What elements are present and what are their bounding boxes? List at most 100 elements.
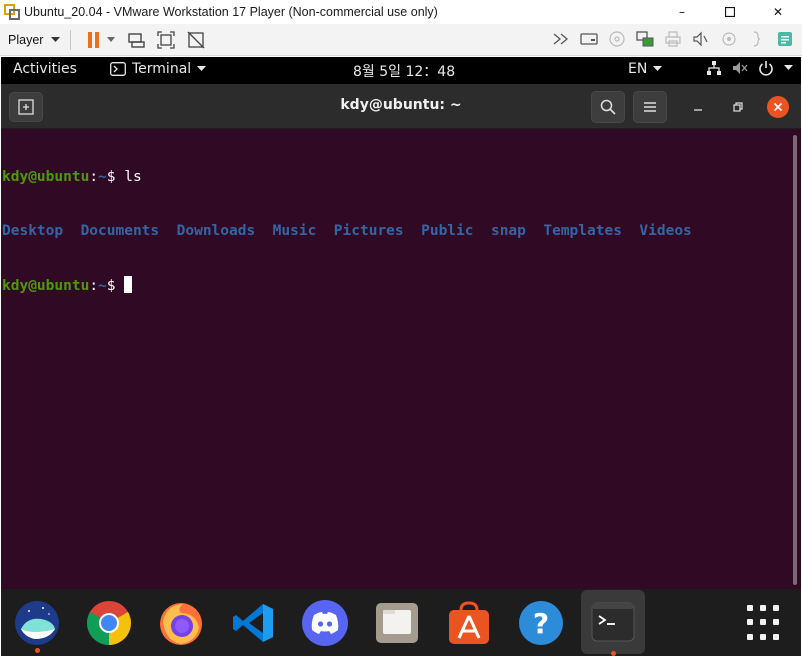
chevron-down-icon [784,65,793,70]
system-tray[interactable] [706,60,793,76]
dir-entry: Pictures [333,223,404,239]
dir-entry: Templates [543,223,622,239]
terminal-icon [591,602,635,642]
search-button[interactable] [591,91,625,123]
prompt-user: kdy@ubuntu [2,169,90,185]
dir-entry: Music [272,223,317,239]
ls-output-line: Desktop Documents Downloads Music Pictur… [2,222,801,240]
window-title-bar[interactable]: Ubuntu_20.04 - VMware Workstation 17 Pla… [0,0,802,24]
dock-chrome[interactable] [81,595,137,651]
dock-firefox[interactable] [153,595,209,651]
svg-text:?: ? [533,607,549,640]
restore-icon [733,102,743,112]
dir-entry: Downloads [176,223,256,239]
terminal-header-bar[interactable]: kdy@ubuntu: ~ [1,84,801,129]
prompt-separator: : [89,169,99,185]
grid-dot [773,633,779,640]
terminal-restore-button[interactable] [727,96,749,118]
close-icon [773,102,783,112]
terminal-small-icon [110,62,126,76]
dock-terminal[interactable] [581,590,645,656]
gnome-top-bar: Activities Terminal 8월 5일 12：48 EN [1,57,801,84]
grid-dot [773,619,779,626]
pause-icon[interactable] [83,29,105,51]
minimize-button[interactable]: – [658,0,706,24]
input-language[interactable]: EN [628,61,663,77]
fit-guest-icon[interactable] [155,29,177,51]
network-icon[interactable] [634,28,656,50]
send-ctrl-alt-del-icon[interactable] [125,29,147,51]
terminal-close-button[interactable] [767,96,789,118]
chevron-down-icon [197,66,207,71]
more-icon[interactable] [746,28,768,50]
prompt-line: kdy@ubuntu:~$ ls [2,168,801,186]
terminal-output[interactable]: kdy@ubuntu:~$ ls Desktop Documents Downl… [1,129,801,589]
dock-whale-app[interactable] [9,595,65,653]
dir-entry: Public [421,223,474,239]
prompt-separator: : [89,278,99,294]
dock: ? [1,589,801,656]
message-icon[interactable] [774,28,796,50]
terminal-minimize-button[interactable] [687,96,709,118]
prompt-path: ~ [98,169,107,185]
dir-entry: Documents [80,223,160,239]
dock-files[interactable] [369,595,425,651]
dock-ubuntu-software[interactable] [441,595,497,651]
dock-help[interactable]: ? [513,595,569,651]
fast-forward-icon[interactable] [550,28,572,50]
dir-entry: snap [490,223,526,239]
network-wired-icon [707,61,721,75]
player-menu[interactable]: Player [8,33,61,47]
power-icon [759,61,773,76]
window-title: Ubuntu_20.04 - VMware Workstation 17 Pla… [24,5,438,19]
grid-dot [747,619,753,626]
dir-entry: Desktop [2,223,64,239]
clock[interactable]: 8월 5일 12：48 [353,61,455,81]
grid-dot [760,633,766,640]
chrome-icon [87,601,131,645]
app-menu[interactable]: Terminal [110,61,207,77]
terminal-title: kdy@ubuntu: ~ [340,97,462,113]
toolbar-divider [70,29,72,50]
cd-icon[interactable] [606,28,628,50]
whale-icon [15,601,59,645]
search-icon [600,99,616,115]
text-cursor [124,276,133,293]
printer-icon[interactable] [662,28,684,50]
menu-button[interactable] [633,91,667,123]
prompt-dollar: $ [106,169,125,185]
terminal-scrollbar[interactable] [793,135,797,585]
vmware-window: Ubuntu_20.04 - VMware Workstation 17 Pla… [0,0,802,657]
dock-discord[interactable] [297,595,353,651]
vmware-logo-icon [4,4,20,20]
pause-dropdown-icon[interactable] [105,29,117,51]
running-indicator [610,651,616,656]
dock-vscode[interactable] [225,595,281,651]
grid-dot [773,605,779,611]
sound-icon[interactable] [690,28,712,50]
activities-button[interactable]: Activities [13,61,77,77]
language-label: EN [628,61,648,77]
files-icon [376,603,418,643]
prompt-user: kdy@ubuntu [2,278,90,294]
software-icon [449,601,489,644]
discord-icon [302,600,348,646]
hamburger-icon [644,102,656,112]
grid-dot [760,619,766,626]
unity-icon[interactable] [185,29,207,51]
firefox-icon [160,603,202,645]
usb-icon[interactable] [718,28,740,50]
vscode-icon [233,604,273,642]
hdd-icon[interactable] [578,28,600,50]
show-applications-button[interactable] [747,605,783,641]
grid-dot [760,605,766,611]
close-button[interactable]: ✕ [754,0,802,24]
chevron-down-icon [51,36,61,42]
help-icon: ? [519,601,563,645]
maximize-button[interactable] [706,0,754,24]
prompt-dollar: $ [106,278,125,294]
running-indicator [34,648,40,653]
prompt-path: ~ [98,278,107,294]
dir-entry: Videos [639,223,692,239]
grid-dot [747,605,753,611]
